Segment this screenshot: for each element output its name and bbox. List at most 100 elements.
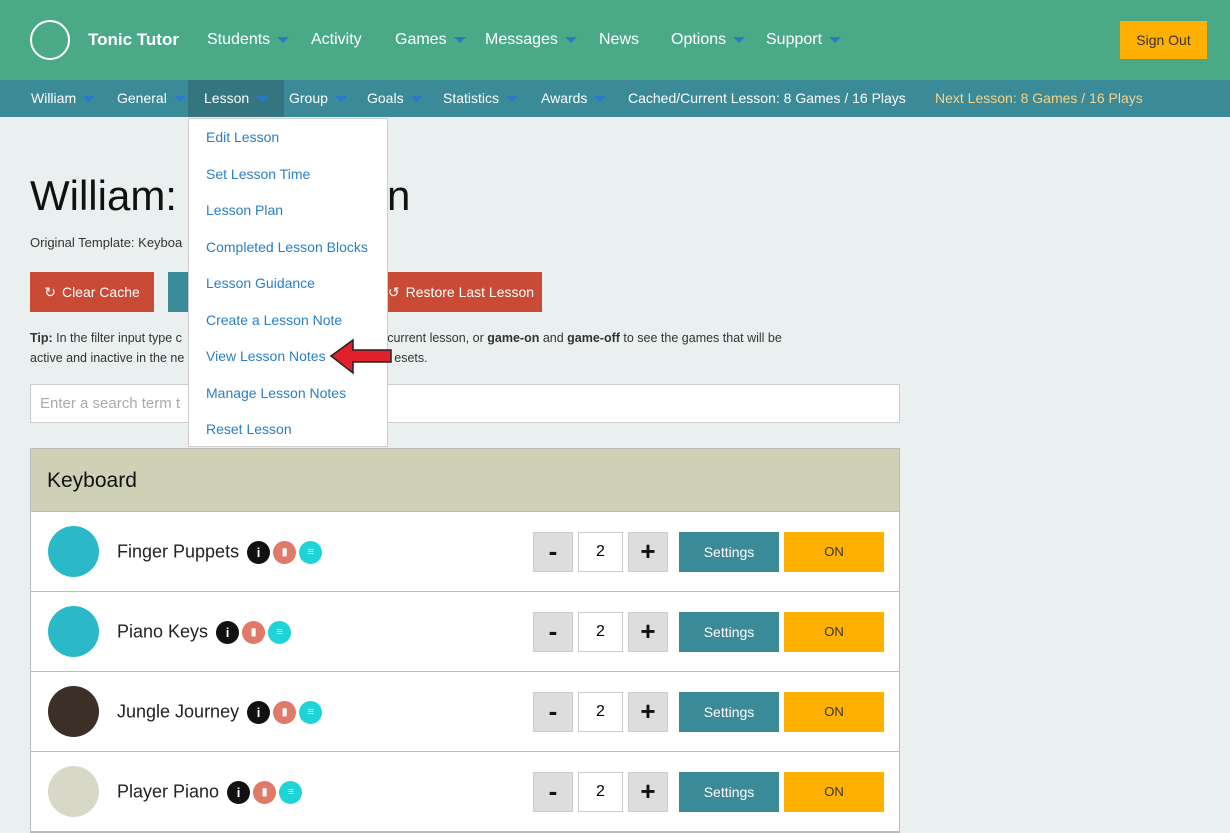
subnav-awards[interactable]: Awards [541, 80, 607, 117]
game-name: Piano Keys [117, 621, 209, 642]
label: Statistics [443, 90, 500, 106]
nav-activity[interactable]: Activity [311, 31, 362, 49]
sign-out-button[interactable]: Sign Out [1120, 21, 1207, 59]
on-toggle-button[interactable]: ON [784, 532, 884, 572]
nav-news[interactable]: News [599, 31, 639, 49]
decrement-button[interactable]: - [533, 692, 573, 732]
subnav-general[interactable]: General [117, 80, 186, 117]
subnav-statistics[interactable]: Statistics [443, 80, 519, 117]
tip-part: esets. [394, 351, 428, 365]
tip-part: to see the games that will be [619, 331, 782, 345]
next-lesson-info: Next Lesson: 8 Games / 16 Plays [935, 90, 1143, 106]
tip-part: active and inactive in the ne [30, 351, 185, 365]
menu-reset-lesson[interactable]: Reset Lesson [189, 411, 387, 448]
info-icon[interactable]: i [227, 781, 251, 804]
subnav-group[interactable]: Group [289, 80, 347, 117]
nav-students[interactable]: Students [207, 31, 290, 49]
decrement-button[interactable]: - [533, 772, 573, 812]
nav-support[interactable]: Support [766, 31, 842, 49]
brand[interactable]: Tonic Tutor [88, 30, 179, 50]
settings-button[interactable]: Settings [679, 692, 779, 732]
menu-manage-lesson-notes[interactable]: Manage Lesson Notes [189, 375, 387, 412]
menu-set-lesson-time[interactable]: Set Lesson Time [189, 156, 387, 193]
chart-icon[interactable]: ▮ [273, 541, 297, 564]
chart-icon[interactable]: ▮ [253, 781, 277, 804]
info-icon[interactable]: i [216, 621, 240, 644]
caret-icon [410, 96, 423, 103]
table-header: Keyboard [31, 449, 899, 512]
tip-keyword: game-on [487, 331, 540, 345]
increment-button[interactable]: + [628, 692, 668, 732]
info-icon[interactable]: i [247, 701, 271, 724]
tip-keyword: game-off [567, 331, 620, 345]
game-avatar [48, 526, 99, 577]
increment-button[interactable]: + [628, 772, 668, 812]
title-text: William: [30, 172, 177, 219]
decrement-button[interactable]: - [533, 532, 573, 572]
nav-label: Messages [485, 31, 558, 48]
title-text-end: n [387, 172, 411, 219]
on-toggle-button[interactable]: ON [784, 612, 884, 652]
games-table: Keyboard Finger Puppets i ▮ ≡ - 2 + Settin… [30, 448, 900, 833]
caret-icon [829, 36, 842, 43]
decrement-button[interactable]: - [533, 612, 573, 652]
caret-icon [173, 96, 186, 103]
settings-button[interactable]: Settings [679, 612, 779, 652]
caret-icon [334, 96, 347, 103]
settings-button[interactable]: Settings [679, 532, 779, 572]
subnav-goals[interactable]: Goals [367, 80, 423, 117]
table-row: Player Piano i ▮ ≡ - 2 + Settings ON [31, 752, 899, 832]
game-name: Finger Puppets [117, 541, 240, 562]
menu-completed-lesson-blocks[interactable]: Completed Lesson Blocks [189, 229, 387, 266]
menu-create-lesson-note[interactable]: Create a Lesson Note [189, 302, 387, 339]
undo-icon: ↺ [387, 283, 400, 300]
info-icon[interactable]: i [247, 541, 271, 564]
red-arrow-annotation-icon [329, 338, 392, 375]
game-row-title: Player Piano i ▮ ≡ [117, 781, 303, 804]
game-name: Player Piano [117, 781, 220, 802]
menu-lesson-plan[interactable]: Lesson Plan [189, 192, 387, 229]
label: Awards [541, 90, 588, 106]
caret-icon [83, 96, 96, 103]
clear-cache-button[interactable]: ↻ Clear Cache [30, 272, 154, 312]
restore-last-lesson-button[interactable]: ↺ Restore Last Lesson [380, 272, 542, 312]
nav-label: News [599, 31, 640, 48]
chart-icon[interactable]: ▮ [242, 621, 266, 644]
list-icon[interactable]: ≡ [279, 781, 303, 804]
subnav-lesson[interactable]: Lesson [188, 80, 285, 117]
nav-messages[interactable]: Messages [485, 31, 577, 49]
quantity-input[interactable]: 2 [578, 612, 623, 652]
increment-button[interactable]: + [628, 532, 668, 572]
settings-button[interactable]: Settings [679, 772, 779, 812]
increment-button[interactable]: + [628, 612, 668, 652]
quantity-input[interactable]: 2 [578, 532, 623, 572]
menu-lesson-guidance[interactable]: Lesson Guidance [189, 265, 387, 302]
nav-games[interactable]: Games [395, 31, 466, 49]
list-icon[interactable]: ≡ [299, 701, 323, 724]
table-row: Finger Puppets i ▮ ≡ - 2 + Settings ON [31, 512, 899, 592]
quantity-input[interactable]: 2 [578, 692, 623, 732]
placeholder: Enter a search term t [40, 395, 181, 412]
original-template: Original Template: Keyboa [30, 235, 183, 250]
chart-icon[interactable]: ▮ [273, 701, 297, 724]
game-name: Jungle Journey [117, 701, 240, 722]
nav-label: Support [766, 31, 823, 48]
search-input[interactable]: Enter a search term t [30, 384, 900, 423]
quantity-input[interactable]: 2 [578, 772, 623, 812]
nav-label: Games [395, 31, 447, 48]
subnav-william[interactable]: William [31, 80, 96, 117]
nav-label: Options [671, 31, 727, 48]
on-toggle-button[interactable]: ON [784, 692, 884, 732]
label: Restore Last Lesson [405, 284, 535, 300]
game-avatar [48, 606, 99, 657]
list-icon[interactable]: ≡ [268, 621, 292, 644]
list-icon[interactable]: ≡ [299, 541, 323, 564]
label: Clear Cache [61, 284, 140, 300]
caret-icon [277, 36, 290, 43]
on-toggle-button[interactable]: ON [784, 772, 884, 812]
nav-options[interactable]: Options [671, 31, 746, 49]
nav-label: Activity [311, 31, 362, 48]
logo-icon[interactable] [30, 20, 70, 60]
menu-edit-lesson[interactable]: Edit Lesson [189, 119, 387, 156]
tip-part: In the filter input type c [52, 331, 182, 345]
